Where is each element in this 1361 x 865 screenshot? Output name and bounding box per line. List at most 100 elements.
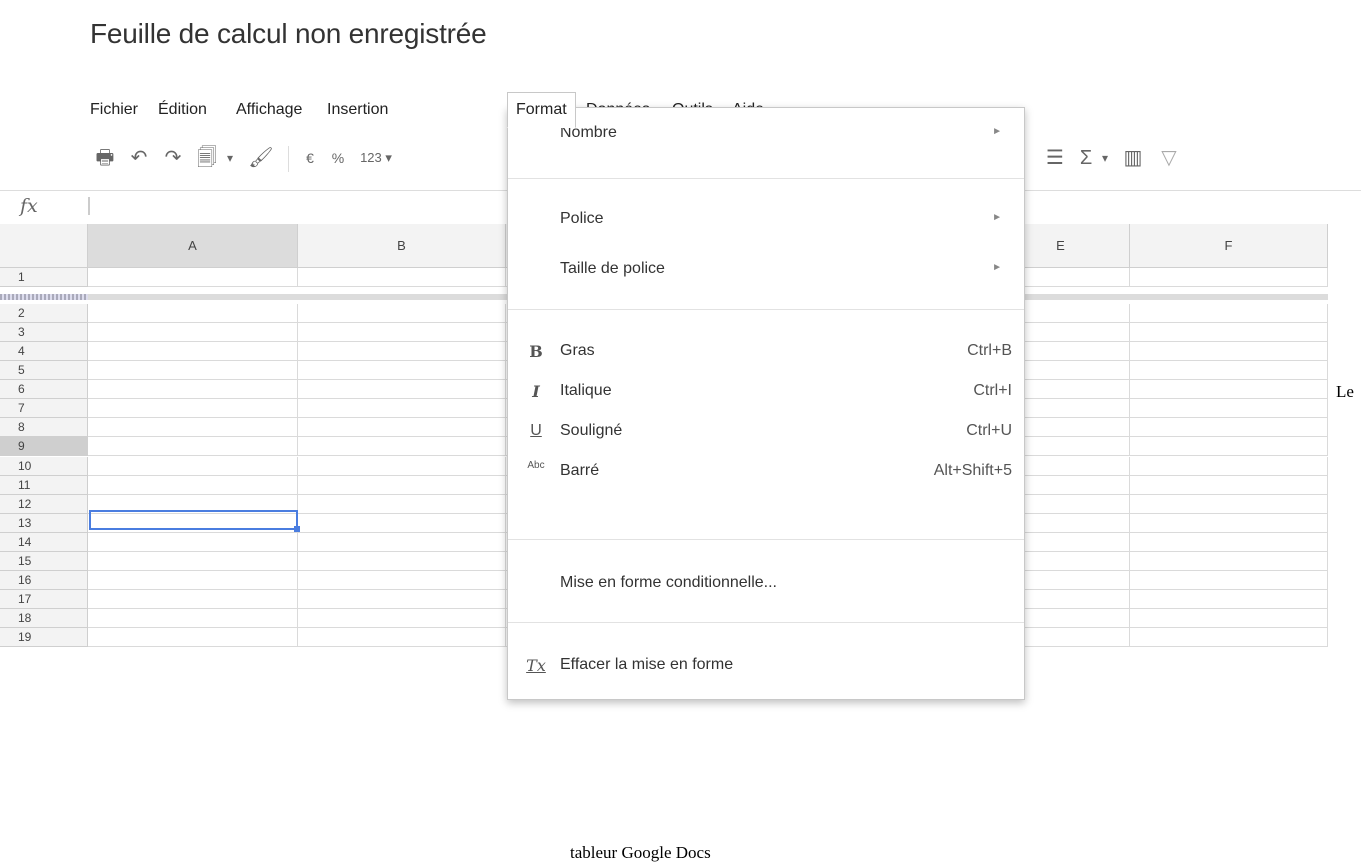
row-header[interactable]: 17 [0, 590, 88, 609]
grid-cell[interactable] [88, 323, 298, 342]
row-header[interactable]: 18 [0, 609, 88, 628]
grid-cell[interactable] [1130, 268, 1328, 287]
wrap-text-icon[interactable]: ☰ [1040, 140, 1070, 176]
grid-cell[interactable] [298, 571, 506, 590]
row-header[interactable]: 7 [0, 399, 88, 418]
grid-cell[interactable] [88, 476, 298, 495]
grid-cell[interactable] [298, 437, 506, 456]
row-header[interactable]: 19 [0, 628, 88, 647]
grid-cell[interactable] [88, 437, 298, 456]
menu-edition[interactable]: Édition [150, 92, 215, 128]
grid-cell[interactable] [88, 457, 298, 476]
menu-insertion[interactable]: Insertion [319, 92, 396, 128]
grid-cell[interactable] [298, 552, 506, 571]
menu-item-barre[interactable]: Abc Barré Alt+Shift+5 [508, 452, 1024, 492]
grid-cell[interactable] [1130, 418, 1328, 437]
grid-cell[interactable] [88, 268, 298, 287]
print-icon[interactable]: 🖶 [90, 140, 120, 176]
row-header[interactable]: 3 [0, 323, 88, 342]
redo-icon[interactable]: ↷ [158, 140, 188, 176]
grid-cell[interactable] [298, 380, 506, 399]
row-header[interactable]: 12 [0, 495, 88, 514]
grid-cell[interactable] [1130, 571, 1328, 590]
grid-cell[interactable] [88, 628, 298, 647]
menu-affichage[interactable]: Affichage [228, 92, 310, 128]
menu-fichier[interactable]: Fichier [82, 92, 146, 128]
row-header[interactable]: 9 [0, 437, 88, 456]
paint-format-icon[interactable]: 🖌 [246, 140, 276, 176]
column-header-a[interactable]: A [88, 224, 298, 268]
grid-cell[interactable] [1130, 514, 1328, 533]
freeze-rows-handle[interactable] [0, 294, 88, 300]
grid-cell[interactable] [88, 399, 298, 418]
selected-cell-a9[interactable] [89, 510, 298, 530]
row-header[interactable]: 5 [0, 361, 88, 380]
row-header[interactable]: 13 [0, 514, 88, 533]
grid-cell[interactable] [88, 590, 298, 609]
grid-cell[interactable] [88, 418, 298, 437]
grid-cell[interactable] [298, 495, 506, 514]
column-header-f[interactable]: F [1130, 224, 1328, 268]
grid-cell[interactable] [298, 514, 506, 533]
grid-cell[interactable] [298, 628, 506, 647]
grid-cell[interactable] [1130, 476, 1328, 495]
menu-item-mise-en-forme-conditionnelle[interactable]: Mise en forme conditionnelle... [508, 564, 1024, 604]
grid-cell[interactable] [298, 342, 506, 361]
select-all-corner[interactable] [0, 224, 88, 268]
grid-cell[interactable] [298, 609, 506, 628]
grid-cell[interactable] [298, 533, 506, 552]
menu-item-police[interactable]: Police ► [508, 200, 1024, 240]
row-header[interactable]: 8 [0, 418, 88, 437]
grid-cell[interactable] [1130, 437, 1328, 456]
grid-cell[interactable] [1130, 590, 1328, 609]
grid-cell[interactable] [1130, 304, 1328, 323]
menu-item-italique[interactable]: I Italique Ctrl+I [508, 372, 1024, 412]
insert-chart-icon[interactable]: ▥ [1118, 140, 1148, 176]
grid-cell[interactable] [298, 304, 506, 323]
paste-dropdown-icon[interactable]: ▾ [222, 140, 238, 176]
grid-cell[interactable] [1130, 609, 1328, 628]
document-title[interactable]: Feuille de calcul non enregistrée [90, 18, 487, 50]
formula-input[interactable] [88, 197, 90, 215]
grid-cell[interactable] [1130, 380, 1328, 399]
paste-icon[interactable]: 🗐 [192, 140, 222, 176]
grid-cell[interactable] [1130, 533, 1328, 552]
grid-cell[interactable] [88, 533, 298, 552]
number-format-dropdown[interactable]: 123 ▾ [352, 140, 400, 176]
row-header[interactable]: 16 [0, 571, 88, 590]
grid-cell[interactable] [88, 380, 298, 399]
menu-item-taille-police[interactable]: Taille de police ► [508, 250, 1024, 290]
grid-cell[interactable] [88, 552, 298, 571]
grid-cell[interactable] [88, 304, 298, 323]
grid-cell[interactable] [1130, 495, 1328, 514]
fill-handle[interactable] [294, 526, 300, 532]
grid-cell[interactable] [1130, 399, 1328, 418]
functions-dropdown-icon[interactable]: ▾ [1098, 140, 1112, 176]
grid-cell[interactable] [298, 323, 506, 342]
undo-icon[interactable]: ↶ [124, 140, 154, 176]
grid-cell[interactable] [88, 342, 298, 361]
grid-cell[interactable] [1130, 361, 1328, 380]
menu-format[interactable]: Format [507, 92, 576, 128]
grid-cell[interactable] [298, 361, 506, 380]
menu-item-nombre[interactable]: Nombre ► [508, 114, 1024, 154]
grid-cell[interactable] [298, 418, 506, 437]
grid-cell[interactable] [298, 590, 506, 609]
row-header[interactable]: 15 [0, 552, 88, 571]
grid-cell[interactable] [1130, 323, 1328, 342]
grid-cell[interactable] [1130, 628, 1328, 647]
column-header-b[interactable]: B [298, 224, 506, 268]
menu-item-effacer-mise-en-forme[interactable]: Tx Effacer la mise en forme [508, 646, 1024, 686]
grid-cell[interactable] [298, 457, 506, 476]
grid-cell[interactable] [298, 268, 506, 287]
grid-cell[interactable] [88, 609, 298, 628]
grid-cell[interactable] [1130, 457, 1328, 476]
currency-euro-button[interactable]: € [298, 140, 322, 176]
grid-cell[interactable] [1130, 342, 1328, 361]
grid-cell[interactable] [298, 399, 506, 418]
row-header[interactable]: 11 [0, 476, 88, 495]
row-header[interactable]: 2 [0, 304, 88, 323]
row-header[interactable]: 10 [0, 457, 88, 476]
grid-cell[interactable] [88, 361, 298, 380]
row-header[interactable]: 6 [0, 380, 88, 399]
